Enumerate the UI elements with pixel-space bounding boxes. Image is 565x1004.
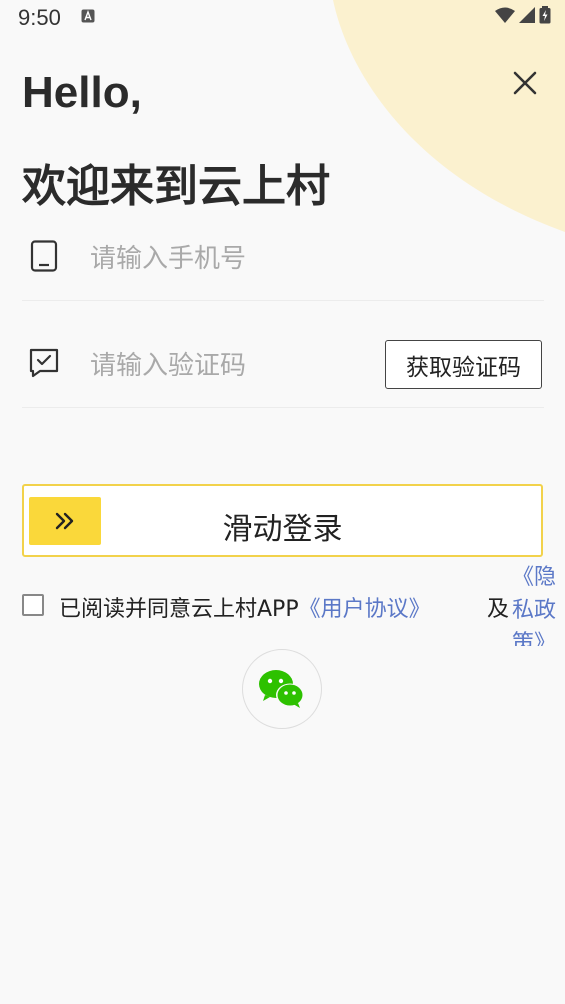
agreement-checkbox[interactable]: [22, 594, 44, 616]
status-bar: 9:50: [0, 0, 565, 36]
agreement-prefix: 已阅读并同意云上村APP: [59, 597, 299, 622]
privacy-policy-link[interactable]: 《隐私政策》: [512, 561, 565, 646]
agreement-and: 及: [487, 597, 510, 622]
welcome-title: 欢迎来到云上村: [22, 161, 330, 212]
phone-icon: [30, 240, 58, 272]
wechat-icon: [259, 670, 304, 708]
wechat-login-button[interactable]: [242, 649, 322, 729]
slider-label: 滑动登录: [222, 512, 343, 547]
wifi-icon: [495, 7, 515, 23]
notification-a-icon: [81, 9, 95, 23]
code-row: 获取验证码: [22, 321, 544, 408]
phone-row: [22, 214, 544, 301]
greeting-title: Hello,: [22, 68, 142, 117]
get-code-button[interactable]: 获取验证码: [385, 340, 542, 389]
message-check-icon: [29, 348, 59, 378]
agreement-text: 已阅读并同意云上村APP《用户协议》: [59, 591, 431, 623]
phone-input[interactable]: [88, 236, 382, 282]
user-agreement-link[interactable]: 《用户协议》: [299, 597, 431, 622]
status-icons: [495, 6, 551, 24]
cellular-signal-icon: [519, 7, 535, 23]
status-time: 9:50: [18, 5, 61, 30]
battery-icon: [539, 6, 551, 24]
code-input[interactable]: [88, 343, 382, 389]
slide-to-login[interactable]: 滑动登录: [22, 484, 543, 557]
close-icon: [513, 71, 537, 95]
close-button[interactable]: [508, 66, 542, 100]
